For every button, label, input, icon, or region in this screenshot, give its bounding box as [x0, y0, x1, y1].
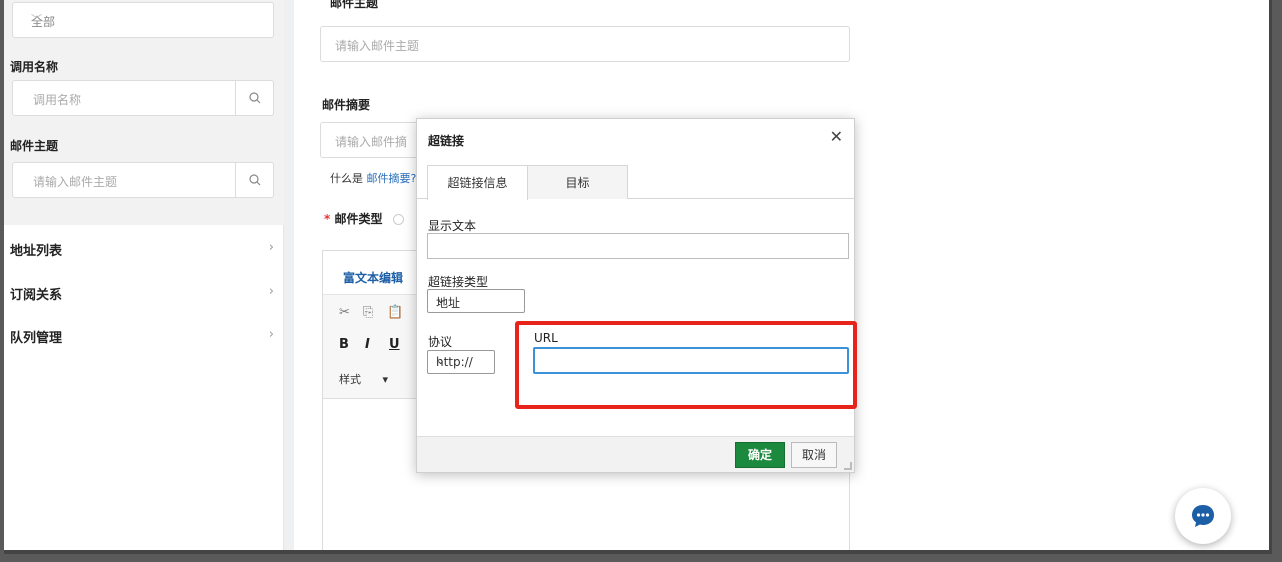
chevron-down-icon: ⌄ [436, 293, 446, 306]
dialog-title: 超链接 [428, 134, 465, 148]
dialog-tabs: 超链接信息 目标 [417, 165, 854, 200]
chevron-down-icon: ⌄ [436, 354, 446, 367]
tab-target[interactable]: 目标 [527, 165, 628, 199]
display-text-label: 显示文本 [428, 219, 477, 233]
dialog-footer: 确定 取消 [417, 436, 854, 472]
ok-button[interactable]: 确定 [735, 442, 785, 468]
cancel-button[interactable]: 取消 [791, 442, 837, 468]
chat-button[interactable] [1175, 488, 1231, 544]
protocol-label: 协议 [428, 335, 453, 349]
resize-handle[interactable] [844, 462, 852, 470]
hyperlink-dialog: 超链接 ✕ 超链接信息 目标 显示文本 超链接类型 地址 ⌄ 协议 http:/… [416, 118, 855, 473]
chat-icon [1192, 505, 1214, 527]
tab-link-info[interactable]: 超链接信息 [427, 165, 528, 200]
link-type-label: 超链接类型 [428, 275, 489, 289]
display-text-input[interactable] [427, 233, 849, 259]
url-highlight-box [515, 321, 857, 409]
link-type-select[interactable]: 地址 ⌄ [427, 289, 525, 313]
protocol-select[interactable]: http:// ⌄ [427, 350, 495, 374]
close-icon[interactable]: ✕ [830, 127, 843, 146]
